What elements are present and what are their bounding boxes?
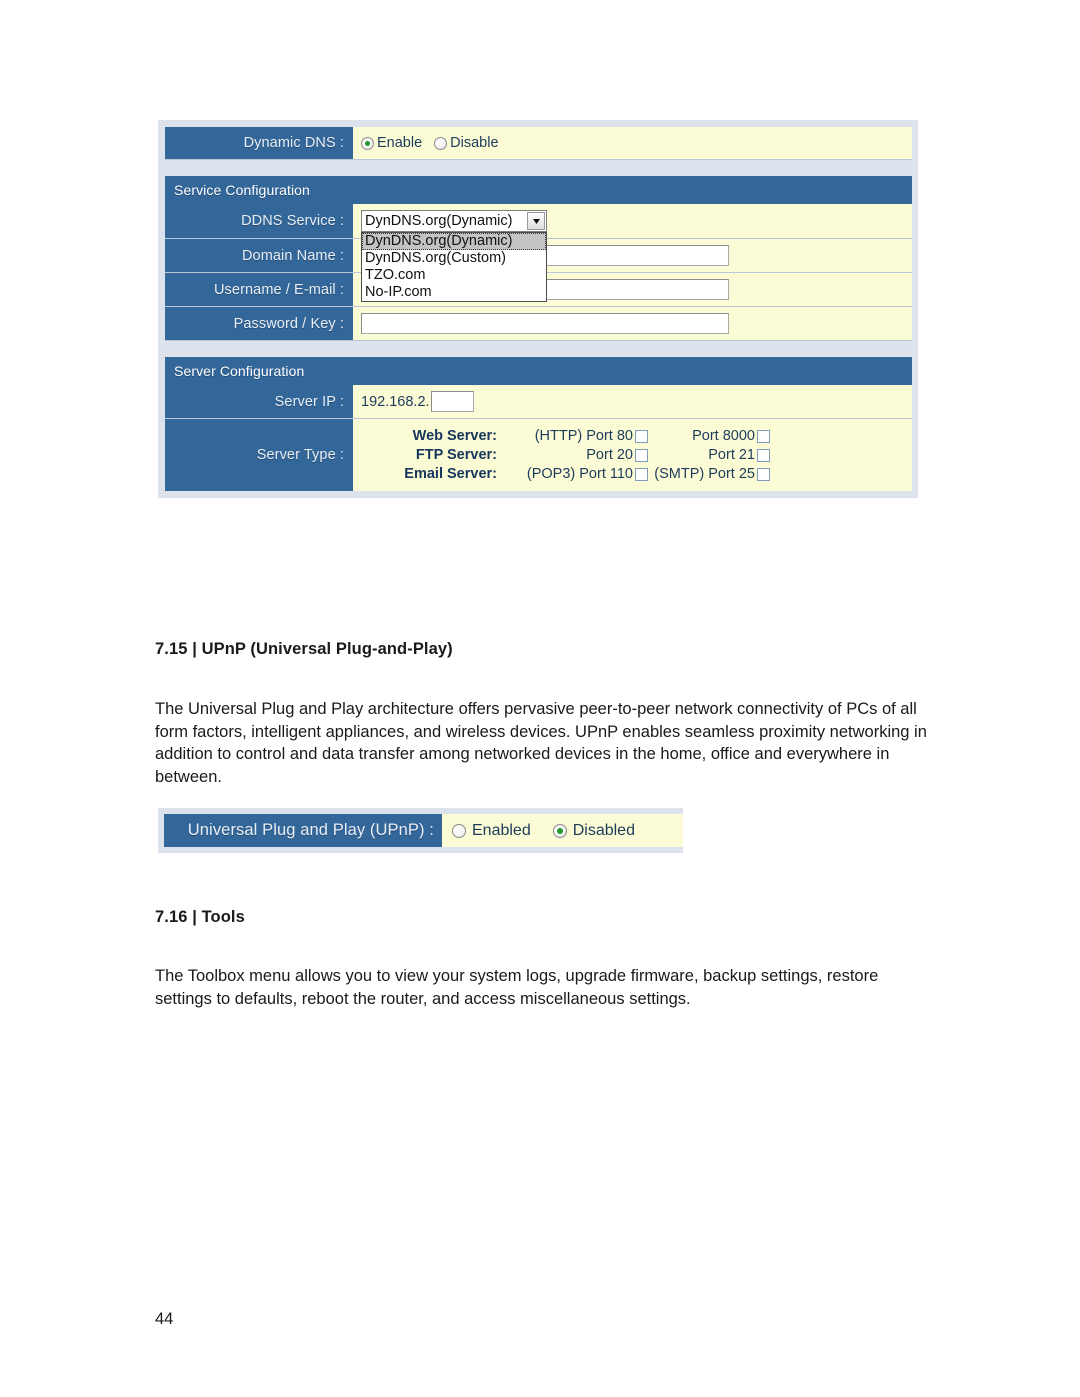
dynamic-dns-row: Dynamic DNS : Enable Disable	[165, 127, 912, 160]
panel-spacer	[165, 341, 912, 357]
server-type-label: Server Type :	[165, 419, 353, 491]
dropdown-option[interactable]: DynDNS.org(Dynamic)	[362, 233, 546, 250]
server-type-field: Web Server: (HTTP) Port 80 Port 8000 FTP…	[353, 419, 912, 491]
server-ip-input[interactable]	[430, 391, 474, 412]
password-key-field	[353, 307, 912, 340]
username-email-label: Username / E-mail :	[165, 273, 353, 306]
web-server-http-text: (HTTP) Port 80	[534, 428, 633, 444]
dynamic-dns-enable-label: Enable	[377, 135, 423, 151]
web-server-name: Web Server:	[412, 428, 497, 444]
server-ip-field: 192.168.2.	[353, 385, 912, 418]
checkbox-icon[interactable]	[635, 467, 648, 481]
domain-name-label: Domain Name :	[165, 239, 353, 272]
section-715-paragraph: The Universal Plug and Play architecture…	[155, 700, 927, 786]
page-number: 44	[155, 1310, 174, 1328]
dropdown-option[interactable]: DynDNS.org(Custom)	[362, 250, 546, 267]
password-key-label: Password / Key :	[165, 307, 353, 340]
checkbox-icon[interactable]	[635, 448, 648, 462]
dynamic-dns-label: Dynamic DNS :	[165, 127, 353, 159]
service-configuration-heading: Service Configuration	[165, 176, 912, 204]
dynamic-dns-disable-label: Disable	[450, 135, 499, 151]
dynamic-dns-field: Enable Disable	[353, 127, 912, 159]
server-ip-label: Server IP :	[165, 385, 353, 418]
upnp-disabled-option[interactable]: Disabled	[552, 821, 635, 840]
ddns-service-field: DynDNS.org(Dynamic) DynDNS.org(Dynamic) …	[353, 204, 912, 302]
server-ip-row: Server IP : 192.168.2.	[165, 385, 912, 419]
ddns-service-label: DDNS Service :	[165, 204, 353, 238]
password-key-row: Password / Key :	[165, 307, 912, 341]
dropdown-option[interactable]: TZO.com	[362, 267, 546, 284]
ddns-config-panel: Dynamic DNS : Enable Disable Service Con…	[158, 120, 918, 498]
dynamic-dns-disable-option[interactable]: Disable	[434, 135, 499, 151]
email-server-smtp-cell: (SMTP) Port 25	[650, 466, 772, 482]
server-configuration-heading: Server Configuration	[165, 357, 912, 385]
radio-icon[interactable]	[434, 136, 448, 150]
ftp-server-port21-cell: Port 21	[650, 447, 772, 463]
ddns-service-select-wrap: DynDNS.org(Dynamic) DynDNS.org(Dynamic) …	[361, 210, 547, 302]
server-type-row: Server Type : Web Server: (HTTP) Port 80…	[165, 419, 912, 491]
dropdown-option[interactable]: No-IP.com	[362, 284, 546, 301]
upnp-enabled-label: Enabled	[472, 821, 531, 839]
section-715-heading: 7.15 | UPnP (Universal Plug-and-Play)	[155, 640, 453, 658]
email-server-name: Email Server:	[404, 466, 497, 482]
email-server-pop3-text: (POP3) Port 110	[526, 466, 633, 482]
server-type-line-ftp: FTP Server: Port 20 Port 21	[361, 447, 772, 463]
upnp-config-panel: Universal Plug and Play (UPnP) : Enabled…	[158, 808, 683, 853]
section-716-paragraph: The Toolbox menu allows you to view your…	[155, 967, 879, 1008]
web-server-8000-text: Port 8000	[692, 428, 755, 444]
ftp-server-port20-text: Port 20	[586, 447, 633, 463]
server-ip-prefix: 192.168.2.	[361, 393, 430, 410]
server-type-grid: Web Server: (HTTP) Port 80 Port 8000 FTP…	[361, 425, 772, 485]
panel-spacer	[165, 160, 912, 176]
ddns-service-selected-value: DynDNS.org(Dynamic)	[365, 213, 513, 229]
email-server-pop3-cell: (POP3) Port 110	[500, 466, 650, 482]
upnp-label: Universal Plug and Play (UPnP) :	[164, 814, 442, 847]
ftp-server-name: FTP Server:	[415, 447, 497, 463]
server-type-line-email: Email Server: (POP3) Port 110 (SMTP) Por…	[361, 466, 772, 482]
ddns-service-row: DDNS Service : DynDNS.org(Dynamic) DynDN…	[165, 204, 912, 302]
checkbox-icon[interactable]	[757, 467, 770, 481]
dynamic-dns-enable-option[interactable]: Enable	[361, 135, 422, 151]
upnp-enabled-option[interactable]: Enabled	[452, 822, 531, 840]
radio-icon[interactable]	[552, 823, 567, 838]
checkbox-icon[interactable]	[757, 429, 770, 443]
upnp-field: Enabled Disabled	[442, 814, 683, 847]
server-type-line-web: Web Server: (HTTP) Port 80 Port 8000	[361, 428, 772, 444]
chevron-down-icon[interactable]	[527, 212, 545, 230]
ddns-service-select[interactable]: DynDNS.org(Dynamic)	[361, 210, 547, 232]
section-716-heading: 7.16 | Tools	[155, 908, 245, 926]
web-server-8000-cell: Port 8000	[650, 428, 772, 444]
password-key-input[interactable]	[361, 313, 729, 334]
checkbox-icon[interactable]	[757, 448, 770, 462]
ftp-server-port21-text: Port 21	[708, 447, 755, 463]
checkbox-icon[interactable]	[635, 429, 648, 443]
email-server-smtp-text: (SMTP) Port 25	[654, 466, 755, 482]
radio-icon[interactable]	[361, 136, 374, 150]
upnp-row: Universal Plug and Play (UPnP) : Enabled…	[164, 814, 683, 847]
radio-icon[interactable]	[452, 823, 466, 838]
ftp-server-port20-cell: Port 20	[500, 447, 650, 463]
ddns-service-dropdown-list[interactable]: DynDNS.org(Dynamic) DynDNS.org(Custom) T…	[361, 232, 547, 302]
upnp-disabled-label: Disabled	[572, 821, 635, 839]
web-server-http-cell: (HTTP) Port 80	[500, 428, 650, 444]
